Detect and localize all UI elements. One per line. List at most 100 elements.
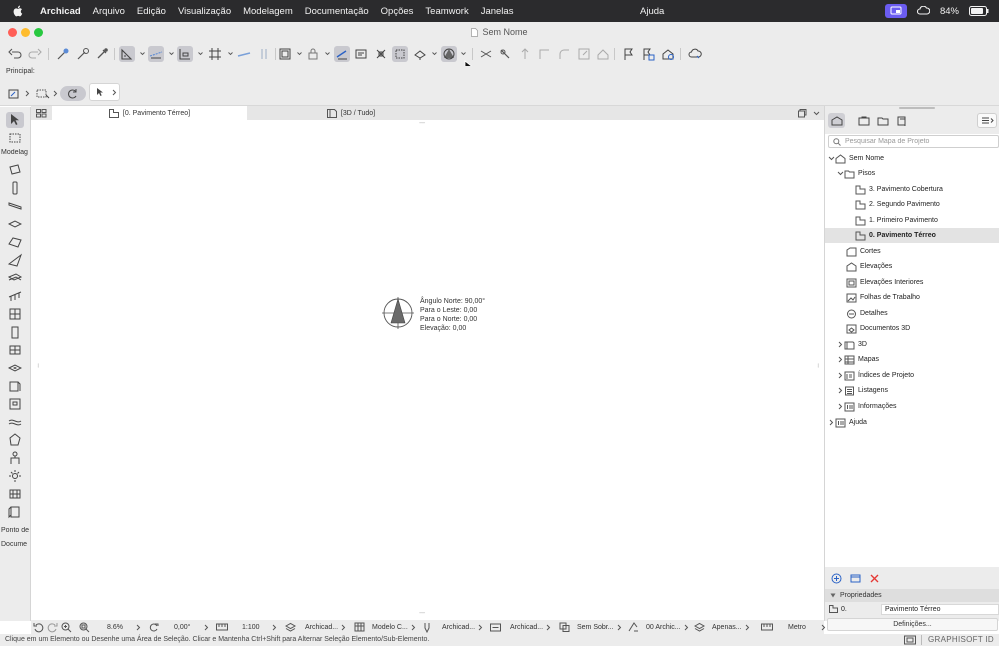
mesh-tool-icon[interactable] [6, 414, 24, 430]
bounding-box-icon[interactable] [392, 46, 408, 62]
zone-tool-icon[interactable] [6, 396, 24, 412]
publisher-sets-icon[interactable] [893, 113, 910, 128]
fillet-icon[interactable] [556, 46, 572, 62]
rotate-toggle-icon[interactable] [60, 86, 86, 101]
tree-item-interior-elevations[interactable]: Elevações Interiores [825, 275, 999, 290]
chevron-right-icon[interactable] [836, 403, 844, 411]
menu-janelas[interactable]: Janelas [475, 6, 520, 17]
new-view-icon[interactable] [829, 571, 843, 585]
door-tool-icon[interactable] [6, 324, 24, 340]
navigator-drag-handle[interactable] [899, 107, 935, 109]
tree-item-help[interactable]: Ajuda [825, 415, 999, 430]
chevron-right-icon[interactable] [272, 620, 277, 634]
solid-element-icon[interactable] [441, 46, 457, 62]
tree-item-project-indexes[interactable]: Índices de Projeto [825, 368, 999, 383]
tree-item-elevations[interactable]: Elevações [825, 259, 999, 274]
suspend-groups-icon[interactable] [256, 46, 272, 62]
tree-item-story-1[interactable]: 1. Primeiro Pavimento [825, 213, 999, 228]
toolbox-section-modeling[interactable]: Modelag [1, 149, 31, 156]
chevron-down-icon[interactable] [836, 170, 844, 178]
layout-panel-icon[interactable] [277, 46, 293, 62]
offset-icon[interactable] [517, 46, 533, 62]
tree-item-sections[interactable]: Cortes [825, 244, 999, 259]
inject-parameters-icon[interactable] [75, 46, 91, 62]
menu-edicao[interactable]: Edição [131, 6, 172, 17]
roof-tool-icon[interactable] [6, 234, 24, 250]
fit-in-window-icon[interactable] [79, 620, 90, 634]
creative-cloud-icon[interactable] [916, 6, 930, 16]
guide-dropdown-chevron-icon[interactable] [169, 51, 174, 56]
chevron-down-icon[interactable] [827, 155, 835, 163]
split-icon[interactable] [478, 46, 494, 62]
floor-plan-canvas[interactable]: ---- --- --- ---- [31, 120, 824, 620]
maximize-window-button[interactable] [34, 28, 43, 37]
shell-tool-icon[interactable] [6, 252, 24, 268]
tree-item-3d-documents[interactable]: Documentos 3D [825, 321, 999, 336]
view-dropdown-chevron-icon[interactable] [432, 51, 437, 56]
orientation-icon[interactable] [149, 620, 160, 634]
zoom-level[interactable]: 8.6% [107, 620, 123, 634]
background-process-icon[interactable] [904, 635, 916, 645]
intersect-icon[interactable] [536, 46, 552, 62]
tree-item-schedules[interactable]: Mapas [825, 352, 999, 367]
equipment-tool-icon[interactable] [6, 450, 24, 466]
info-chevron-icon[interactable] [25, 86, 30, 101]
resize-icon[interactable] [373, 46, 389, 62]
chevron-right-icon[interactable] [836, 356, 844, 364]
navigator-search-box[interactable] [828, 135, 999, 148]
marquee-icon[interactable] [353, 46, 369, 62]
properties-name-field[interactable]: Pavimento Térreo [881, 603, 999, 615]
undo-icon[interactable] [7, 46, 23, 62]
renovation-filter[interactable]: 00 Archic... [628, 620, 689, 634]
toolbox-section-document[interactable]: Docume [1, 541, 31, 548]
snap-dropdown-chevron-icon[interactable] [198, 51, 203, 56]
railing-tool-icon[interactable] [6, 288, 24, 304]
eyedropper-icon[interactable] [94, 46, 110, 62]
north-compass-icon[interactable] [381, 296, 415, 330]
redo-icon[interactable] [27, 46, 43, 62]
minimize-window-button[interactable] [21, 28, 30, 37]
gravity-icon[interactable] [236, 46, 252, 62]
wall-tool-icon[interactable] [6, 162, 24, 178]
canvas-left-grip[interactable]: --- [34, 363, 41, 367]
chevron-right-icon[interactable] [204, 620, 209, 634]
menu-opcoes[interactable]: Opções [375, 6, 420, 17]
grid-icon[interactable] [207, 46, 223, 62]
adjust-icon[interactable] [497, 46, 513, 62]
ruler-dropdown-chevron-icon[interactable] [140, 51, 145, 56]
marquee-tool-icon[interactable] [6, 130, 24, 146]
menu-app-name[interactable]: Archicad [34, 6, 87, 17]
trace-reference-icon[interactable] [334, 46, 350, 62]
tree-item-3d[interactable]: 3D [825, 337, 999, 352]
tab-3d-view[interactable]: [3D / Tudo] [247, 106, 455, 120]
orientation-angle[interactable]: 0,00° [174, 620, 190, 634]
menu-modelagem[interactable]: Modelagem [237, 6, 299, 17]
tree-item-story-2[interactable]: 2. Segundo Pavimento [825, 197, 999, 212]
tree-item-story-3[interactable]: 3. Pavimento Cobertura [825, 182, 999, 197]
slab-tool-icon[interactable] [6, 216, 24, 232]
chevron-right-icon[interactable] [836, 372, 844, 380]
properties-header[interactable]: Propriedades [825, 589, 999, 602]
tab-overview-icon[interactable] [31, 106, 51, 120]
tree-item-worksheets[interactable]: Folhas de Trabalho [825, 290, 999, 305]
window-tool-icon[interactable] [6, 342, 24, 358]
layout-dropdown-chevron-icon[interactable] [297, 51, 302, 56]
menu-teamwork[interactable]: Teamwork [419, 6, 474, 17]
tree-item-info[interactable]: Informações [825, 399, 999, 414]
close-window-button[interactable] [8, 28, 17, 37]
graphisoft-id-link[interactable]: GRAPHISOFT ID [928, 635, 994, 644]
grid-dropdown-chevron-icon[interactable] [228, 51, 233, 56]
tab-list-menu[interactable] [795, 106, 823, 120]
library-part-tool-icon[interactable] [6, 504, 24, 520]
zoom-in-icon[interactable] [61, 620, 72, 634]
view-map-icon[interactable] [855, 113, 872, 128]
morph-tool-icon[interactable] [6, 432, 24, 448]
teamwork-icon[interactable] [660, 46, 676, 62]
layout-book-icon[interactable] [874, 113, 891, 128]
object-tool-icon[interactable] [6, 378, 24, 394]
tree-item-stories[interactable]: Pisos [825, 166, 999, 181]
structural-tool-icon[interactable] [6, 486, 24, 502]
battery-icon[interactable] [969, 6, 989, 16]
curtain-wall-tool-icon[interactable] [6, 306, 24, 322]
drawing-scale[interactable]: 1:100 [242, 620, 260, 634]
